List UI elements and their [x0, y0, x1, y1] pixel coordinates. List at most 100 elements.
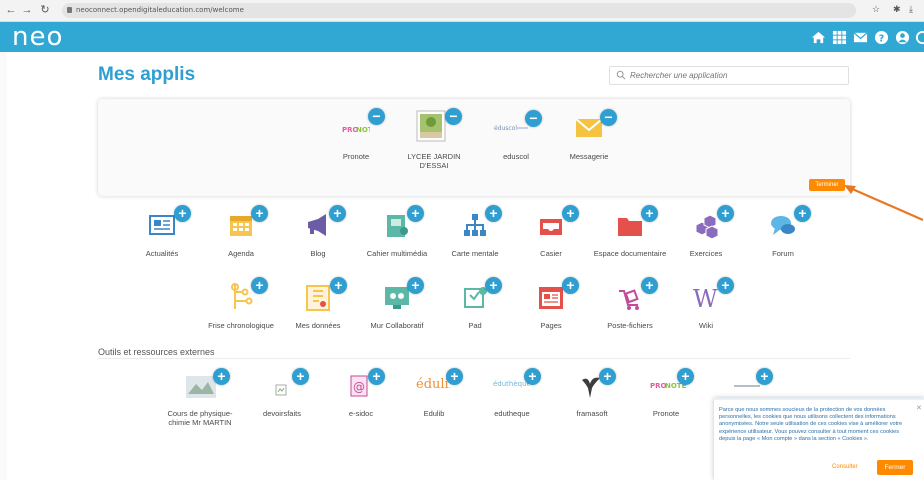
app-carte-mentale[interactable]: + Carte mentale: [451, 205, 502, 261]
add-badge[interactable]: +: [174, 205, 191, 222]
app-pages[interactable]: + Pages: [537, 277, 579, 333]
app-label: Frise chronologique: [208, 321, 274, 330]
add-badge[interactable]: +: [641, 277, 658, 294]
app-label: edutheque: [494, 409, 530, 418]
back-icon[interactable]: ←: [4, 3, 18, 17]
favorite-app-lycee[interactable]: − LYCEE JARDIN D'ESSAI: [407, 108, 486, 170]
app-label: eduscol: [503, 152, 529, 161]
app-exercices[interactable]: + Exercices: [690, 205, 734, 261]
app-frise-chronologique[interactable]: + Frise chronologique: [208, 277, 274, 333]
add-badge[interactable]: +: [756, 368, 773, 385]
remove-badge[interactable]: −: [525, 110, 542, 127]
app-poste-fichiers[interactable]: + Poste-fichiers: [607, 277, 658, 333]
external-edutheque[interactable]: éduthèque + edutheque: [493, 368, 541, 422]
app-label: Pronote: [652, 409, 680, 418]
add-badge[interactable]: +: [794, 205, 811, 222]
add-badge[interactable]: +: [599, 368, 616, 385]
extensions-icon[interactable]: ✱: [893, 4, 901, 15]
app-forum[interactable]: + Forum: [769, 205, 811, 261]
add-badge[interactable]: +: [562, 205, 579, 222]
url-text: neoconnect.opendigitaleducation.com/welc…: [76, 6, 244, 14]
app-mur-collaboratif[interactable]: + Mur Collaboratif: [371, 277, 424, 333]
eduscol-logo: éduscol: [494, 125, 528, 132]
svg-text:éduscol: éduscol: [494, 125, 517, 132]
cubes-icon: [695, 214, 719, 239]
apps-grid-icon[interactable]: [832, 30, 847, 45]
app-cahier-multimedia[interactable]: + Cahier multimédia: [367, 205, 427, 261]
remove-badge[interactable]: −: [445, 108, 462, 125]
finish-button[interactable]: Terminer: [809, 179, 845, 191]
app-pad[interactable]: + Pad: [461, 277, 502, 333]
search-input[interactable]: [609, 66, 849, 85]
add-badge[interactable]: +: [485, 277, 502, 294]
section-divider: [98, 358, 850, 359]
add-badge[interactable]: +: [524, 368, 541, 385]
add-badge[interactable]: +: [717, 205, 734, 222]
app-label: devoirsfaits: [263, 409, 301, 418]
add-badge[interactable]: +: [330, 277, 347, 294]
add-badge[interactable]: +: [251, 277, 268, 294]
user-icon[interactable]: [895, 30, 910, 45]
external-esidoc[interactable]: @ + e-sidoc: [347, 368, 387, 422]
remove-badge[interactable]: −: [600, 109, 617, 126]
app-wiki[interactable]: W + Wiki: [692, 277, 734, 333]
power-icon[interactable]: [915, 30, 924, 45]
favorite-app-eduscol[interactable]: éduscol − eduscol: [494, 110, 564, 178]
annotation-arrow: [844, 185, 924, 222]
app-header: neo ?: [0, 22, 924, 52]
add-badge[interactable]: +: [641, 205, 658, 222]
add-badge[interactable]: +: [329, 205, 346, 222]
app-espace-documentaire[interactable]: + Espace documentaire: [594, 205, 666, 261]
help-icon[interactable]: ?: [874, 30, 889, 45]
add-badge[interactable]: +: [213, 368, 230, 385]
close-button[interactable]: Fermer: [877, 460, 913, 475]
close-icon[interactable]: ✕: [916, 404, 922, 412]
app-label: Pages: [540, 321, 562, 330]
external-framasoft[interactable]: + framasoft: [576, 368, 616, 422]
app-blog[interactable]: + Blog: [304, 205, 346, 261]
favorite-app-messagerie[interactable]: − Messagerie: [570, 109, 645, 177]
app-agenda[interactable]: + Agenda: [227, 205, 268, 261]
add-badge[interactable]: +: [251, 205, 268, 222]
app-actualites[interactable]: + Actualités: [146, 205, 191, 261]
data-icon: [306, 285, 330, 311]
remove-badge[interactable]: −: [368, 108, 385, 125]
add-badge[interactable]: +: [407, 205, 424, 222]
section-title-external: Outils et ressources externes: [98, 347, 215, 357]
download-icon[interactable]: ⤓: [909, 4, 913, 15]
add-badge[interactable]: +: [562, 277, 579, 294]
app-mes-donnees[interactable]: + Mes données: [295, 277, 347, 333]
neo-logo[interactable]: neo: [12, 23, 63, 51]
external-devoirsfaits[interactable]: + devoirsfaits: [263, 368, 309, 422]
add-badge[interactable]: +: [485, 205, 502, 222]
mail-icon[interactable]: [853, 30, 868, 45]
megaphone-icon: [308, 214, 326, 236]
external-pronote[interactable]: PRO NOTE + Pronote: [650, 368, 694, 422]
add-badge[interactable]: +: [407, 277, 424, 294]
app-label: Cahier multimédia: [366, 249, 428, 258]
bookmark-star-icon[interactable]: ☆: [872, 4, 880, 15]
add-badge[interactable]: +: [677, 368, 694, 385]
add-badge[interactable]: +: [292, 368, 309, 385]
app-label: Forum: [772, 249, 794, 258]
svg-text:éduthèque: éduthèque: [493, 380, 529, 388]
add-badge[interactable]: +: [717, 277, 734, 294]
app-label: Agenda: [228, 249, 254, 258]
cart-icon: [619, 289, 639, 310]
app-label: Pronote: [342, 152, 370, 161]
consult-button[interactable]: Consulter: [832, 464, 858, 470]
external-cours-physique[interactable]: + Cours de physique-chimie Mr MARTIN: [167, 368, 233, 427]
school-image: [416, 110, 446, 142]
add-badge[interactable]: +: [368, 368, 385, 385]
svg-text:W: W: [693, 285, 718, 311]
home-icon[interactable]: [811, 30, 826, 45]
reload-icon[interactable]: ↻: [38, 3, 52, 17]
forward-icon[interactable]: →: [20, 3, 34, 17]
app-casier[interactable]: + Casier: [537, 205, 579, 261]
cookie-text: Parce que nous sommes soucieux de la pro…: [719, 407, 903, 442]
address-bar[interactable]: neoconnect.opendigitaleducation.com/welc…: [62, 3, 856, 18]
lock-icon: [67, 7, 72, 13]
external-edulib[interactable]: édulib + Edulib: [414, 368, 463, 422]
app-label: Pad: [468, 321, 482, 330]
add-badge[interactable]: +: [446, 368, 463, 385]
